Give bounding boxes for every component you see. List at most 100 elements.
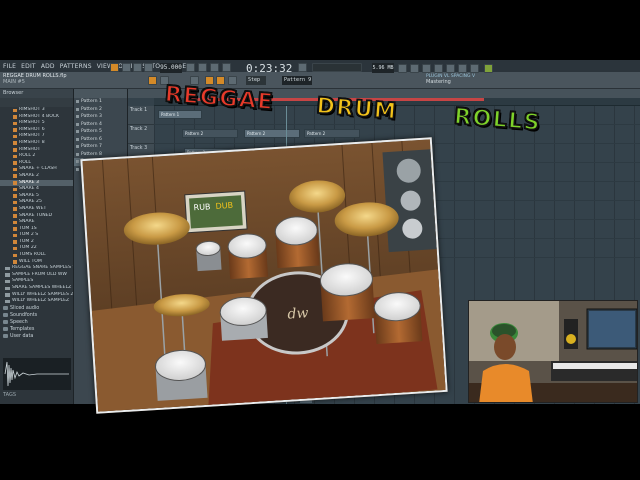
browser-file-item[interactable]: TOM 2 S (0, 232, 73, 239)
audio-file-icon (13, 200, 17, 205)
channel-rack-icon[interactable] (422, 64, 431, 73)
news-subtitle: Mastering (426, 79, 451, 85)
browser-folder-item[interactable]: SAMPLE FROM OLD WW (0, 272, 73, 279)
browser-file-item[interactable]: SNARE (0, 219, 73, 226)
touch-keyboard-icon[interactable] (470, 64, 479, 73)
browser-file-item[interactable]: TOM 22 (0, 245, 73, 252)
browser-file-item[interactable]: WILL TOM (0, 259, 73, 266)
browser-root-user-data[interactable]: User data (0, 333, 73, 340)
loop-record-icon[interactable] (222, 63, 231, 72)
menu-item-file[interactable]: FILE (3, 63, 16, 70)
pattern-song-toggle[interactable] (110, 63, 119, 72)
playlist-icon[interactable] (398, 64, 407, 73)
browser-file-item[interactable]: TOMS ROLL (0, 252, 73, 259)
undo-icon[interactable] (190, 76, 199, 85)
pattern-list-item[interactable]: Pattern 5 (74, 128, 127, 136)
drum-kit-plugin-window[interactable]: RUB DUB dw (80, 137, 448, 414)
sample-waveform-preview (3, 358, 71, 390)
typing-keyboard-icon[interactable] (160, 76, 169, 85)
browser-folder-item[interactable]: WILLY WHEELZ SAMPLEZ (0, 298, 73, 305)
playlist-clip[interactable]: Pattern 2 (244, 129, 300, 138)
tempo-display[interactable]: 95.000 (160, 63, 182, 73)
browser-file-item[interactable]: SNARE + CLASH (0, 166, 73, 173)
browser-file-label: TOM 2 S (19, 232, 39, 238)
track-header[interactable]: Track 1 (128, 106, 154, 125)
browser-file-item[interactable]: TOM 2 (0, 239, 73, 246)
browser-file-item[interactable]: ROLL (0, 160, 73, 167)
browser-file-item[interactable]: RIMSHOT 7 (0, 133, 73, 140)
news-panel[interactable]: PLUGIN VL SPACING V Mastering (426, 74, 478, 87)
browser-root-label: Speech (10, 319, 28, 325)
track-lane[interactable] (154, 106, 640, 125)
browser-root-soundfonts[interactable]: Soundfonts (0, 312, 73, 319)
browser-file-item[interactable]: RIMSHOT 4 BOCK (0, 114, 73, 121)
browser-file-item[interactable]: RIMSHOT 5 (0, 120, 73, 127)
browser-file-item[interactable]: RIMSHOT 6 (0, 127, 73, 134)
playlist-clip[interactable]: Pattern 2 (182, 129, 238, 138)
loop-region-bar[interactable] (184, 98, 484, 101)
playlist-clip[interactable]: Pattern 1 (158, 110, 202, 119)
select-icon[interactable] (228, 76, 237, 85)
pattern-select[interactable]: Pattern 9 (282, 76, 312, 85)
browser-file-label: SNARE + CLASH (19, 166, 57, 172)
browser-root-templates[interactable]: Templates (0, 326, 73, 333)
pattern-list-item[interactable]: Pattern 7 (74, 143, 127, 151)
browser-file-item[interactable]: SNARE 25 (0, 199, 73, 206)
folder-icon (3, 334, 8, 339)
hint-panel: REGGAE DRUM ROLLS.flp MAIN #5 (3, 73, 103, 87)
play-icon[interactable] (122, 63, 131, 72)
audio-file-icon (13, 246, 17, 251)
browser-root-speech[interactable]: Speech (0, 319, 73, 326)
snap-step-select[interactable]: Step (246, 76, 266, 85)
folder-icon (5, 266, 10, 271)
pattern-list-item[interactable]: Pattern 2 (74, 106, 127, 114)
main-toolbar: FILEEDITADDPATTERNSVIEWOPTIONSTOOLSHELP … (0, 60, 640, 89)
pattern-list-item[interactable]: Pattern 1 (74, 98, 127, 106)
browser-file-item[interactable]: SNARE 2 (0, 173, 73, 180)
track-header[interactable]: Track 2 (128, 125, 154, 144)
video-frame: FILEEDITADDPATTERNSVIEWOPTIONSTOOLSHELP … (0, 0, 640, 480)
pencil-icon[interactable] (205, 76, 214, 85)
browser-folder-label: SNARE SAMPLES WHEELZ BEAT (12, 285, 73, 291)
stop-icon[interactable] (133, 63, 142, 72)
menu-item-add[interactable]: ADD (41, 63, 55, 70)
piano-roll-icon[interactable] (410, 64, 419, 73)
wait-record-icon[interactable] (198, 63, 207, 72)
monitor-icon[interactable] (298, 63, 307, 72)
browser-folder-item[interactable]: REGGAE SNARE SAMPLES WILLY (0, 265, 73, 272)
browser-root-sliced-audio[interactable]: Sliced audio (0, 305, 73, 312)
browser-folder-item[interactable]: WILLY WHEELZ SAMPLES 2024 (0, 292, 73, 299)
browser-file-item[interactable]: SNARE 4 (0, 186, 73, 193)
browser-file-label: SNARE TUNED (19, 212, 53, 218)
pattern-list-item[interactable]: Pattern 4 (74, 121, 127, 129)
browser-file-item[interactable]: RIMSHOT (0, 147, 73, 154)
memory-display: 5.96 MB (372, 63, 394, 73)
timeline-ruler[interactable] (154, 98, 640, 106)
countdown-icon[interactable] (210, 63, 219, 72)
menu-item-patterns[interactable]: PATTERNS (60, 63, 92, 70)
audio-file-icon (13, 115, 17, 119)
pattern-list-item[interactable]: Pattern 3 (74, 113, 127, 121)
pattern-list-item[interactable]: Pattern 6 (74, 136, 127, 144)
browser-file-item[interactable]: SNARE WET (0, 206, 73, 213)
browser-file-label: ROLL 2 (19, 153, 36, 159)
browser-file-item[interactable]: SNARE 3 (0, 179, 73, 187)
record-icon[interactable] (144, 63, 153, 72)
browser-file-item[interactable]: SNARE 5 (0, 193, 73, 200)
playlist-clip[interactable]: Pattern 2 (304, 129, 360, 138)
browser-file-item[interactable]: RIMSHOT 8 (0, 140, 73, 147)
snap-icon[interactable] (148, 76, 157, 85)
browser-folder-item[interactable]: SNARE SAMPLES WHEELZ BEAT (0, 285, 73, 292)
brush-icon[interactable] (216, 76, 225, 85)
browser-file-item[interactable]: ROLL 2 (0, 153, 73, 160)
browser-icon[interactable] (446, 64, 455, 73)
browser-file-item[interactable]: TOM 1S (0, 226, 73, 233)
online-icon[interactable] (484, 64, 493, 73)
menu-item-edit[interactable]: EDIT (21, 63, 36, 70)
mixer-icon[interactable] (434, 64, 443, 73)
metronome-icon[interactable] (186, 63, 195, 72)
browser-file-item[interactable]: SNARE TUNED (0, 213, 73, 220)
browser-file-item[interactable]: RIMSHOT 3 (0, 107, 73, 114)
plugin-picker-icon[interactable] (458, 64, 467, 73)
browser-folder-item[interactable]: SAMPLES (0, 278, 73, 285)
